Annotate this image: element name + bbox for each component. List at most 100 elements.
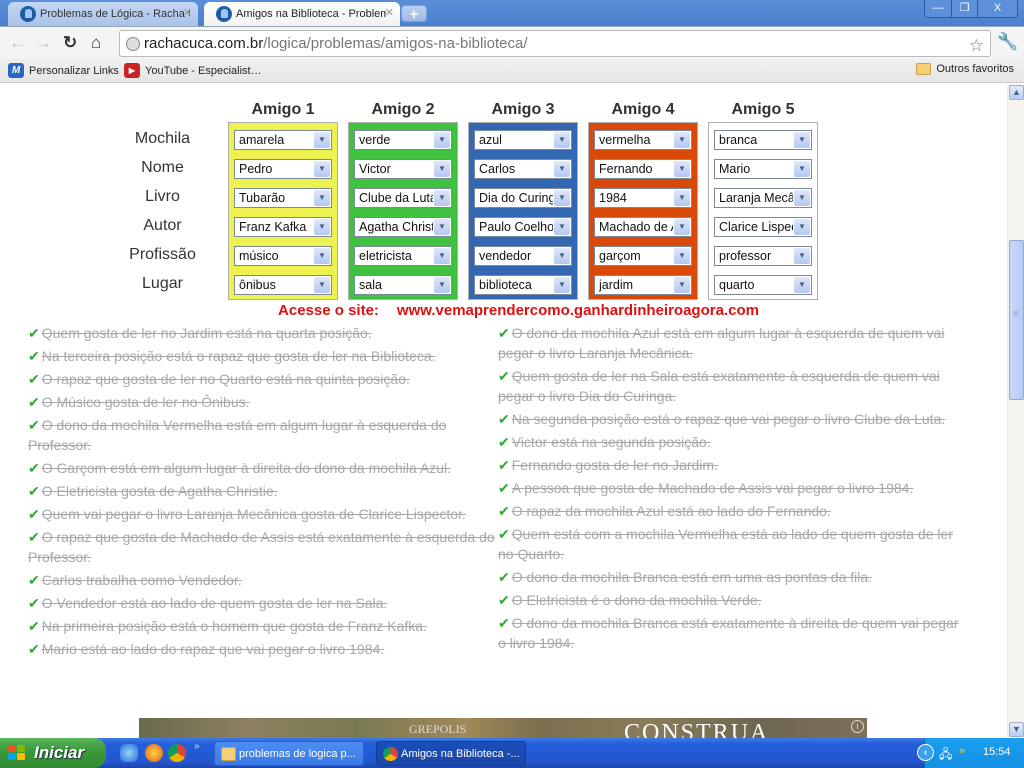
- scrollbar-thumb[interactable]: [1009, 240, 1024, 400]
- tab-amigos-na-biblioteca[interactable]: Amigos na Biblioteca - Problem ✕: [204, 2, 400, 26]
- address-bar[interactable]: rachacuca.com.br/logica/problemas/amigos…: [119, 30, 991, 57]
- dropdown-arrow-icon[interactable]: ▼: [314, 277, 330, 293]
- close-window-button[interactable]: X: [977, 0, 1017, 18]
- clue-item[interactable]: ✔ A pessoa que gosta de Machado de Assis …: [498, 478, 968, 498]
- select-profissao-amigo-2[interactable]: eletricista ▼: [354, 246, 452, 266]
- clue-item[interactable]: ✔ O rapaz que gosta de ler no Quarto está…: [28, 369, 498, 389]
- select-nome-amigo-3[interactable]: Carlos ▼: [474, 159, 572, 179]
- clue-item[interactable]: ✔ O Garçom está em algum lugar à direita …: [28, 458, 498, 478]
- advertisement-banner[interactable]: GREPOLIS CONSTRUA i: [139, 718, 867, 738]
- select-lugar-amigo-2[interactable]: sala ▼: [354, 275, 452, 295]
- network-icon[interactable]: 🖧: [939, 745, 952, 766]
- start-button[interactable]: Iniciar: [0, 738, 106, 768]
- ad-info-icon[interactable]: i: [851, 720, 864, 733]
- dropdown-arrow-icon[interactable]: ▼: [314, 248, 330, 264]
- dropdown-arrow-icon[interactable]: ▼: [674, 190, 690, 206]
- tray-app-icon[interactable]: »: [959, 745, 965, 757]
- dropdown-arrow-icon[interactable]: ▼: [434, 219, 450, 235]
- forward-arrow-icon[interactable]: →: [35, 34, 52, 52]
- dropdown-arrow-icon[interactable]: ▼: [554, 161, 570, 177]
- clue-item[interactable]: ✔ Mario está ao lado do rapaz que vai peg…: [28, 639, 498, 659]
- close-tab-icon[interactable]: ✕: [385, 6, 394, 19]
- select-autor-amigo-4[interactable]: Machado de Assis▼: [594, 217, 692, 237]
- clue-item[interactable]: ✔ Quem está com a mochila Vermelha está a…: [498, 524, 968, 564]
- select-mochila-amigo-1[interactable]: amarela ▼: [234, 130, 332, 150]
- restore-button[interactable]: ❐: [951, 0, 977, 18]
- dropdown-arrow-icon[interactable]: ▼: [434, 161, 450, 177]
- bookmark-star-icon[interactable]: ☆: [969, 33, 984, 58]
- select-nome-amigo-1[interactable]: Pedro ▼: [234, 159, 332, 179]
- taskbar-item-chrome[interactable]: Amigos na Biblioteca -...: [376, 741, 526, 766]
- select-livro-amigo-3[interactable]: Dia do Curinga▼: [474, 188, 572, 208]
- taskbar-item-folder[interactable]: problemas de logica p...: [214, 741, 364, 766]
- select-autor-amigo-3[interactable]: Paulo Coelho ▼: [474, 217, 572, 237]
- clue-item[interactable]: ✔ O rapaz que gosta de Machado de Assis e…: [28, 527, 498, 567]
- dropdown-arrow-icon[interactable]: ▼: [314, 132, 330, 148]
- tab-problemas-de-logica[interactable]: Problemas de Lógica - Racha C ✕: [8, 2, 198, 26]
- dropdown-arrow-icon[interactable]: ▼: [794, 132, 810, 148]
- dropdown-arrow-icon[interactable]: ▼: [794, 277, 810, 293]
- select-livro-amigo-1[interactable]: Tubarão ▼: [234, 188, 332, 208]
- dropdown-arrow-icon[interactable]: ▼: [434, 190, 450, 206]
- home-icon[interactable]: ⌂: [91, 34, 101, 52]
- clue-item[interactable]: ✔ O dono da mochila Branca está em uma as…: [498, 567, 968, 587]
- select-profissao-amigo-4[interactable]: garçom ▼: [594, 246, 692, 266]
- clue-item[interactable]: ✔ O Eletricista gosta de Agatha Christie.: [28, 481, 498, 501]
- bookmark-youtube[interactable]: ▶ YouTube - Especialist…: [124, 63, 262, 78]
- new-tab-button[interactable]: +: [401, 5, 427, 22]
- select-lugar-amigo-1[interactable]: ônibus ▼: [234, 275, 332, 295]
- clue-item[interactable]: ✔ Quem gosta de ler na Sala está exatamen…: [498, 366, 968, 406]
- dropdown-arrow-icon[interactable]: ▼: [314, 190, 330, 206]
- chrome-icon[interactable]: [168, 744, 186, 762]
- select-mochila-amigo-2[interactable]: verde ▼: [354, 130, 452, 150]
- dropdown-arrow-icon[interactable]: ▼: [794, 248, 810, 264]
- dropdown-arrow-icon[interactable]: ▼: [794, 219, 810, 235]
- select-autor-amigo-1[interactable]: Franz Kafka ▼: [234, 217, 332, 237]
- promo-site-link[interactable]: www.vemaprendercomo.ganhardinheiroagora.…: [397, 302, 759, 319]
- clue-item[interactable]: ✔ Fernando gosta de ler no Jardim.: [498, 455, 968, 475]
- clue-item[interactable]: ✔ Na terceira posição está o rapaz que go…: [28, 346, 498, 366]
- select-autor-amigo-2[interactable]: Agatha Christie▼: [354, 217, 452, 237]
- select-nome-amigo-2[interactable]: Victor ▼: [354, 159, 452, 179]
- dropdown-arrow-icon[interactable]: ▼: [674, 277, 690, 293]
- clue-item[interactable]: ✔ Victor está na segunda posição.: [498, 432, 968, 452]
- vertical-scrollbar[interactable]: ▲ ▼: [1007, 84, 1024, 738]
- clue-item[interactable]: ✔ O dono da mochila Vermelha está em algu…: [28, 415, 498, 455]
- dropdown-arrow-icon[interactable]: ▼: [434, 277, 450, 293]
- dropdown-arrow-icon[interactable]: ▼: [314, 219, 330, 235]
- clue-item[interactable]: ✔ O rapaz da mochila Azul está ao lado do…: [498, 501, 968, 521]
- bookmark-personalizar-links[interactable]: M Personalizar Links: [8, 63, 119, 78]
- clue-item[interactable]: ✔ O Eletricista é o dono da mochila Verde…: [498, 590, 968, 610]
- clue-item[interactable]: ✔ Na segunda posição está o rapaz que vai…: [498, 409, 968, 429]
- select-lugar-amigo-5[interactable]: quarto ▼: [714, 275, 812, 295]
- select-nome-amigo-5[interactable]: Mario ▼: [714, 159, 812, 179]
- more-quicklaunch-chevron-icon[interactable]: »: [194, 741, 200, 752]
- other-bookmarks[interactable]: Outros favoritos: [916, 63, 1014, 75]
- dropdown-arrow-icon[interactable]: ▼: [674, 161, 690, 177]
- show-hidden-icons-chevron-icon[interactable]: ‹: [917, 744, 934, 761]
- dropdown-arrow-icon[interactable]: ▼: [794, 190, 810, 206]
- select-lugar-amigo-4[interactable]: jardim ▼: [594, 275, 692, 295]
- clue-item[interactable]: ✔ Carlos trabalha como Vendedor.: [28, 570, 498, 590]
- clue-item[interactable]: ✔ O dono da mochila Azul está em algum lu…: [498, 323, 968, 363]
- select-livro-amigo-4[interactable]: 1984 ▼: [594, 188, 692, 208]
- select-profissao-amigo-1[interactable]: músico ▼: [234, 246, 332, 266]
- dropdown-arrow-icon[interactable]: ▼: [674, 248, 690, 264]
- select-mochila-amigo-5[interactable]: branca ▼: [714, 130, 812, 150]
- dropdown-arrow-icon[interactable]: ▼: [674, 132, 690, 148]
- reload-icon[interactable]: ↻: [63, 34, 77, 52]
- clue-item[interactable]: ✔ Quem vai pegar o livro Laranja Mecânica…: [28, 504, 498, 524]
- dropdown-arrow-icon[interactable]: ▼: [674, 219, 690, 235]
- back-arrow-icon[interactable]: ←: [9, 34, 26, 52]
- clue-item[interactable]: ✔ O Vendedor está ao lado de quem gosta d…: [28, 593, 498, 613]
- select-mochila-amigo-3[interactable]: azul ▼: [474, 130, 572, 150]
- minimize-button[interactable]: —: [925, 0, 951, 18]
- clue-item[interactable]: ✔ Quem gosta de ler no Jardim está na qua…: [28, 323, 498, 343]
- select-profissao-amigo-5[interactable]: professor ▼: [714, 246, 812, 266]
- clue-item[interactable]: ✔ O dono da mochila Branca está exatament…: [498, 613, 968, 653]
- select-mochila-amigo-4[interactable]: vermelha ▼: [594, 130, 692, 150]
- dropdown-arrow-icon[interactable]: ▼: [794, 161, 810, 177]
- clock[interactable]: 15:54: [983, 746, 1011, 758]
- close-tab-icon[interactable]: ✕: [183, 6, 192, 19]
- dropdown-arrow-icon[interactable]: ▼: [554, 219, 570, 235]
